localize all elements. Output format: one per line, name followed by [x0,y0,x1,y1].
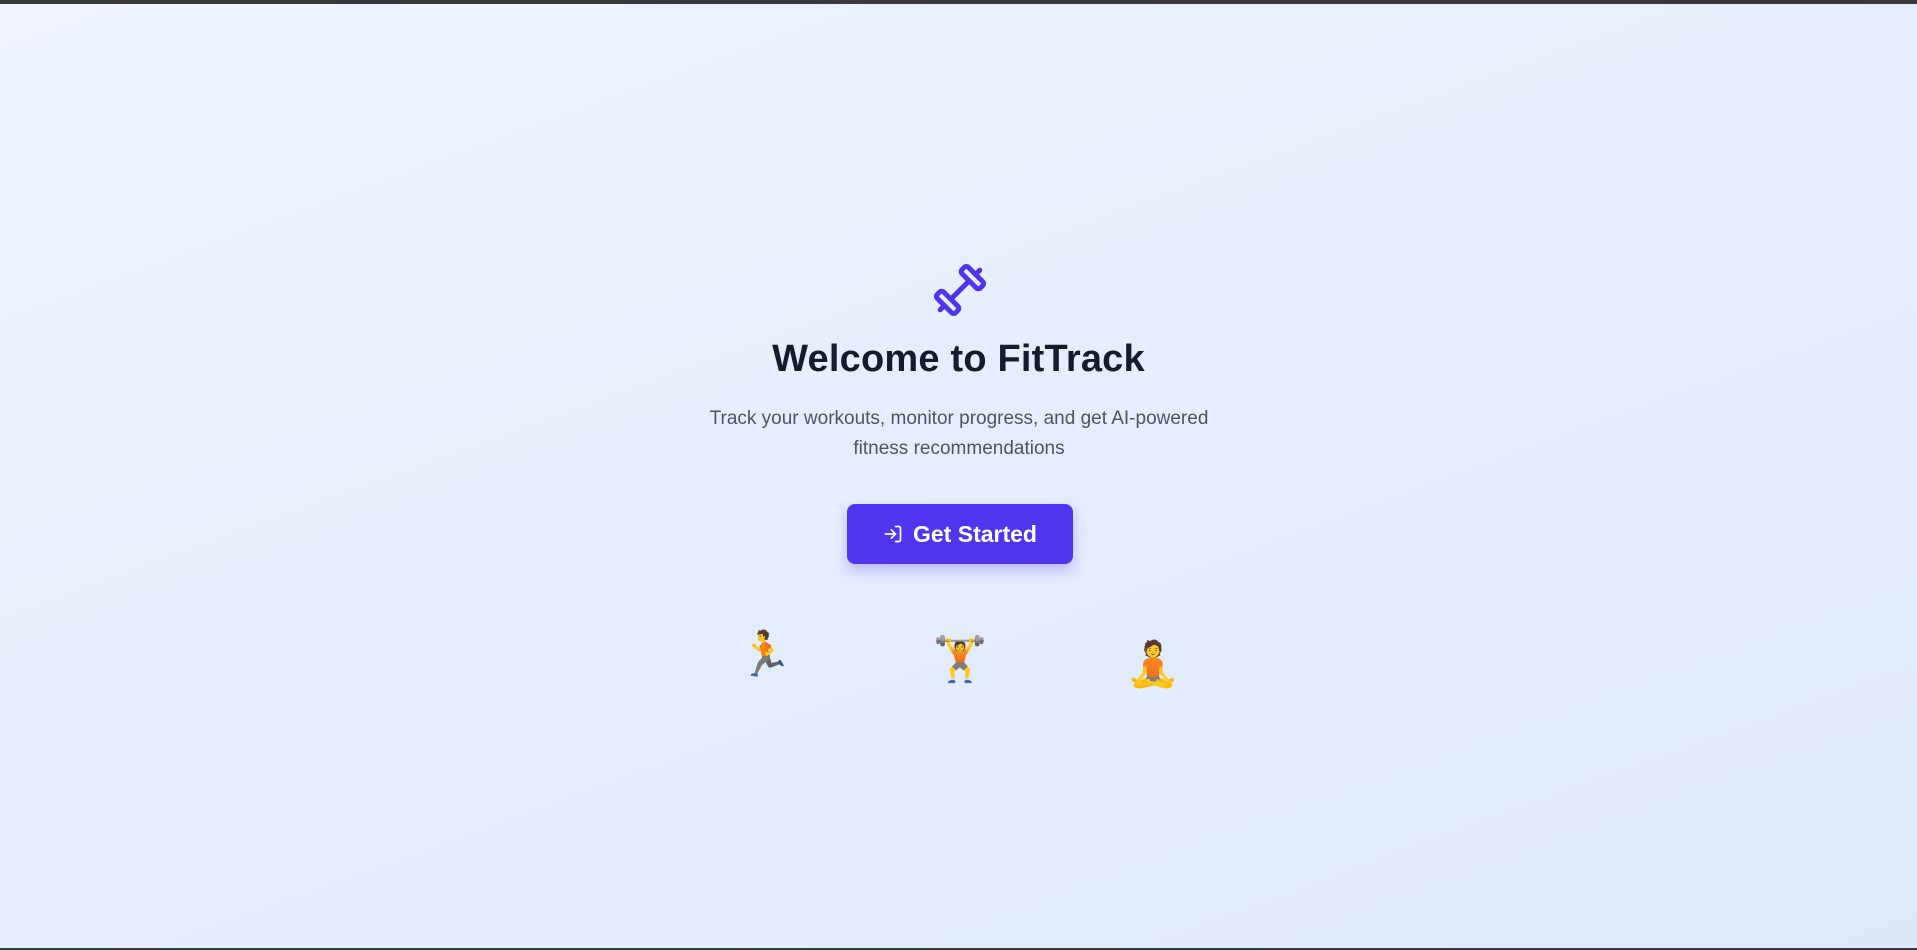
get-started-label: Get Started [913,520,1037,547]
dumbbell-icon [933,263,987,317]
log-in-icon [884,525,902,543]
welcome-hero: Welcome to FitTrack Track your workouts,… [0,0,1917,950]
get-started-button[interactable]: Get Started [847,504,1073,564]
person-lotus-position-icon: 🧘 [1125,639,1181,690]
person-running-icon: 🏃 [737,629,793,680]
page-title: Welcome to FitTrack [772,338,1145,380]
page-subtitle: Track your workouts, monitor progress, a… [709,408,1209,459]
person-lifting-weights-icon: 🏋 [932,634,988,685]
